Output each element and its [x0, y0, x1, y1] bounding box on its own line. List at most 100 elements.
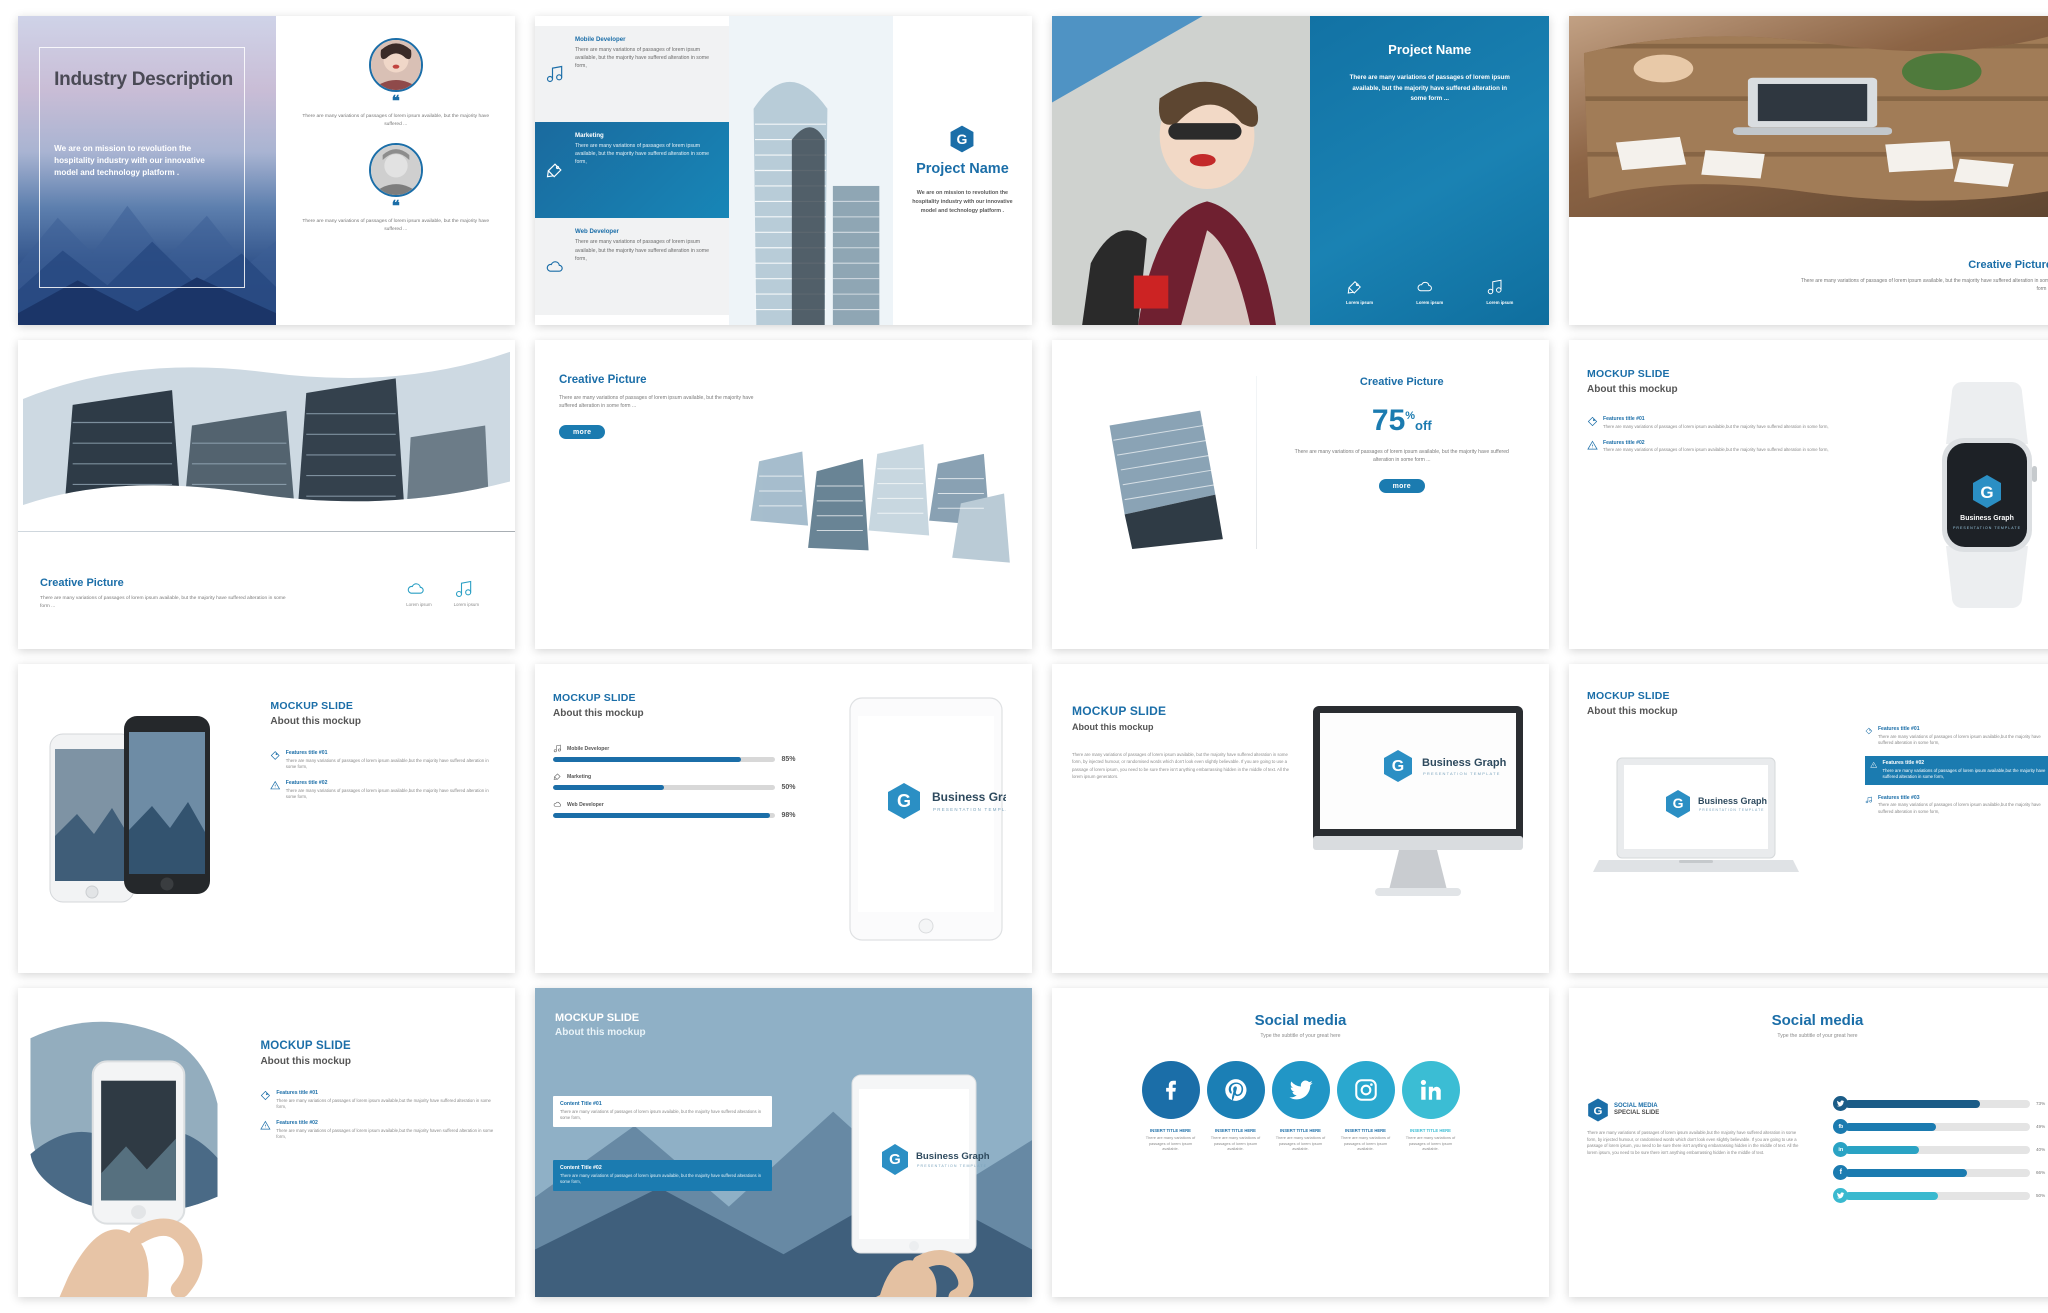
icon-item[interactable]: Lorem ipsum: [454, 579, 479, 607]
slide-mockup-phones[interactable]: MOCKUP SLIDE About this mockup Features …: [18, 664, 515, 973]
caption-item: INSERT TITLE HERE There are many variati…: [1272, 1128, 1330, 1152]
device-logo-text: Business Graph: [1698, 796, 1767, 806]
quote-text: There are many variations of passages of…: [302, 218, 490, 232]
slide-creative-picture-desk[interactable]: Creative Picture There are many variatio…: [1569, 16, 2048, 325]
warning-icon: [1870, 762, 1878, 769]
quote-mark-icon: ❝: [391, 94, 400, 110]
slide-social-media-circles[interactable]: Social media Type the subtitle of your g…: [1052, 988, 1549, 1297]
linkedin-icon[interactable]: [1401, 1061, 1460, 1119]
header: MOCKUP SLIDE About this mockup: [555, 1012, 646, 1038]
progress-row: Mobile Developer 85%: [553, 744, 802, 763]
warning-icon: [270, 781, 281, 790]
svg-text:G: G: [1980, 483, 1993, 502]
more-button[interactable]: more: [559, 425, 606, 440]
feature-item[interactable]: Features title #02 There are many variat…: [270, 780, 499, 800]
feature-card[interactable]: Mobile Developer There are many variatio…: [535, 26, 729, 123]
progress-value: 50%: [781, 784, 796, 791]
feature-text: There are many variations of passages of…: [285, 757, 489, 769]
header: Social media Type the subtitle of your g…: [1052, 988, 1549, 1039]
card-title: Web Developer: [575, 228, 619, 236]
tag-icon: [1587, 416, 1598, 427]
icon-row: Lorem ipsum Lorem ipsum: [406, 579, 479, 607]
page-body: There are many variations of passages of…: [1294, 449, 1509, 464]
card-title: Mobile Developer: [575, 36, 626, 43]
more-button[interactable]: more: [1378, 479, 1425, 493]
feature-cards: Mobile Developer There are many variatio…: [535, 26, 729, 315]
feature-item[interactable]: Features title #01 There are many variat…: [1587, 416, 1845, 430]
page-title: Creative Picture: [1359, 376, 1444, 388]
bar-track: [1845, 1099, 2030, 1108]
page-title: Creative Picture: [1968, 258, 2048, 271]
bar-fill: [1845, 1122, 1936, 1131]
bar-row: fb 49%: [1833, 1119, 2048, 1134]
bar-value: 50%: [2036, 1193, 2046, 1198]
slide-mockup-hand-tablet[interactable]: MOCKUP SLIDE About this mockup Content T…: [535, 988, 1032, 1297]
subtitle: About this mockup: [553, 708, 644, 719]
icon-item[interactable]: Lorem ipsum: [1416, 278, 1443, 305]
content-bubble-highlighted[interactable]: Content Title #02 There are many variati…: [553, 1160, 772, 1191]
feature-card[interactable]: Web Developer There are many variations …: [535, 218, 729, 315]
badge: G SOCIAL MEDIA SPECIAL SLIDE: [1587, 1098, 1806, 1122]
feature-item[interactable]: Features title #02 There are many variat…: [1587, 440, 1845, 454]
tag-icon: [271, 751, 280, 760]
caption-title: INSERT TITLE HERE: [1215, 1128, 1256, 1133]
svg-text:PRESENTATION TEMPLATE: PRESENTATION TEMPLATE: [1423, 771, 1501, 776]
slide-project-name-cards[interactable]: Mobile Developer There are many variatio…: [535, 16, 1032, 325]
feature-text: There are many variations of passages of…: [276, 1127, 494, 1140]
feature-item[interactable]: Features title #03 There are many variat…: [1865, 795, 2048, 815]
icon-item[interactable]: Lorem ipsum: [1486, 278, 1513, 305]
facebook-icon[interactable]: [1141, 1061, 1200, 1119]
progress-fill: [553, 756, 742, 763]
slide-industry-description[interactable]: Industry Description We are on mission t…: [18, 16, 515, 325]
slide-social-media-bars[interactable]: Social media Type the subtitle of your g…: [1569, 988, 2048, 1297]
slide-creative-picture-more[interactable]: Creative Picture There are many variatio…: [535, 340, 1032, 649]
icon-item[interactable]: Lorem ipsum: [1346, 278, 1373, 305]
slide-mockup-hand-phone[interactable]: MOCKUP SLIDE About this mockup Features …: [18, 988, 515, 1297]
hand-tablet-mockup: G Business Graph PRESENTATION TEMPLATE: [824, 1067, 1014, 1297]
feature-card-highlighted[interactable]: Marketing There are many variations of p…: [535, 122, 729, 219]
twitter-icon[interactable]: [1271, 1061, 1330, 1119]
feature-item[interactable]: Features title #01 There are many variat…: [270, 750, 499, 770]
bar-row: in 40%: [1833, 1142, 2048, 1157]
tag-icon: [261, 1090, 271, 1101]
instagram-icon[interactable]: [1336, 1061, 1395, 1119]
caption-item: INSERT TITLE HERE There are many variati…: [1402, 1128, 1460, 1152]
progress-label: Web Developer: [567, 801, 604, 808]
feature-item-highlighted[interactable]: Features title #02 There are many variat…: [1865, 756, 2048, 785]
progress-row: Marketing 50%: [553, 772, 802, 791]
pinterest-icon[interactable]: [1206, 1061, 1265, 1119]
svg-text:G: G: [897, 791, 911, 811]
slide-creative-picture-discount[interactable]: Creative Picture 75%off There are many v…: [1052, 340, 1549, 649]
icon-label: Lorem ipsum: [1416, 300, 1444, 305]
phones-mockup: [32, 706, 232, 931]
page-title: Project Name: [916, 161, 1009, 178]
discount-symbol: %: [1405, 410, 1416, 422]
g-hexagon-logo: G: [949, 125, 975, 153]
caption-text: There are many variations of passages of…: [1145, 1135, 1196, 1152]
caption-text: There are many variations of passages of…: [1405, 1135, 1456, 1152]
slide-mockup-laptop[interactable]: MOCKUP SLIDE About this mockup G Busines…: [1569, 664, 2048, 973]
slide-mockup-tablet-bars[interactable]: MOCKUP SLIDE About this mockup Mobile De…: [535, 664, 1032, 973]
bar-value: 66%: [2036, 1170, 2046, 1175]
subtitle: About this mockup: [1072, 722, 1154, 732]
content-bubble[interactable]: Content Title #01 There are many variati…: [553, 1096, 772, 1127]
progress-value: 85%: [781, 756, 796, 763]
svg-text:PRESENTATION TEMPLATE: PRESENTATION TEMPLATE: [1953, 526, 2021, 530]
feature-item[interactable]: Features title #01 There are many variat…: [260, 1090, 499, 1110]
icon-item[interactable]: Lorem ipsum: [406, 579, 432, 607]
slide-mockup-watch[interactable]: MOCKUP SLIDE About this mockup Features …: [1569, 340, 2048, 649]
feature-item[interactable]: Features title #02 There are many variat…: [260, 1120, 499, 1140]
quotes-panel: ❝ There are many variations of passages …: [276, 16, 515, 325]
slide-creative-picture-buildings[interactable]: Creative Picture There are many variatio…: [18, 340, 515, 649]
page-body: There are many variations of passages of…: [1800, 277, 2048, 292]
svg-text:G: G: [957, 131, 968, 147]
slide-project-name-photo[interactable]: Project Name There are many variations o…: [1052, 16, 1549, 325]
fashion-woman-photo: [1052, 16, 1311, 325]
svg-text:PRESENTATION TEMPLATE: PRESENTATION TEMPLATE: [933, 807, 1006, 812]
caption: Creative Picture There are many variatio…: [1794, 259, 2048, 293]
feature-text: There are many variations of passages of…: [1882, 767, 2046, 780]
feature-text: There are many variations of passages of…: [1877, 733, 2041, 745]
slide-mockup-imac[interactable]: MOCKUP SLIDE About this mockup There are…: [1052, 664, 1549, 973]
feature-item[interactable]: Features title #01 There are many variat…: [1865, 726, 2048, 746]
page-body: There are many variations of passages of…: [1587, 1130, 1799, 1156]
